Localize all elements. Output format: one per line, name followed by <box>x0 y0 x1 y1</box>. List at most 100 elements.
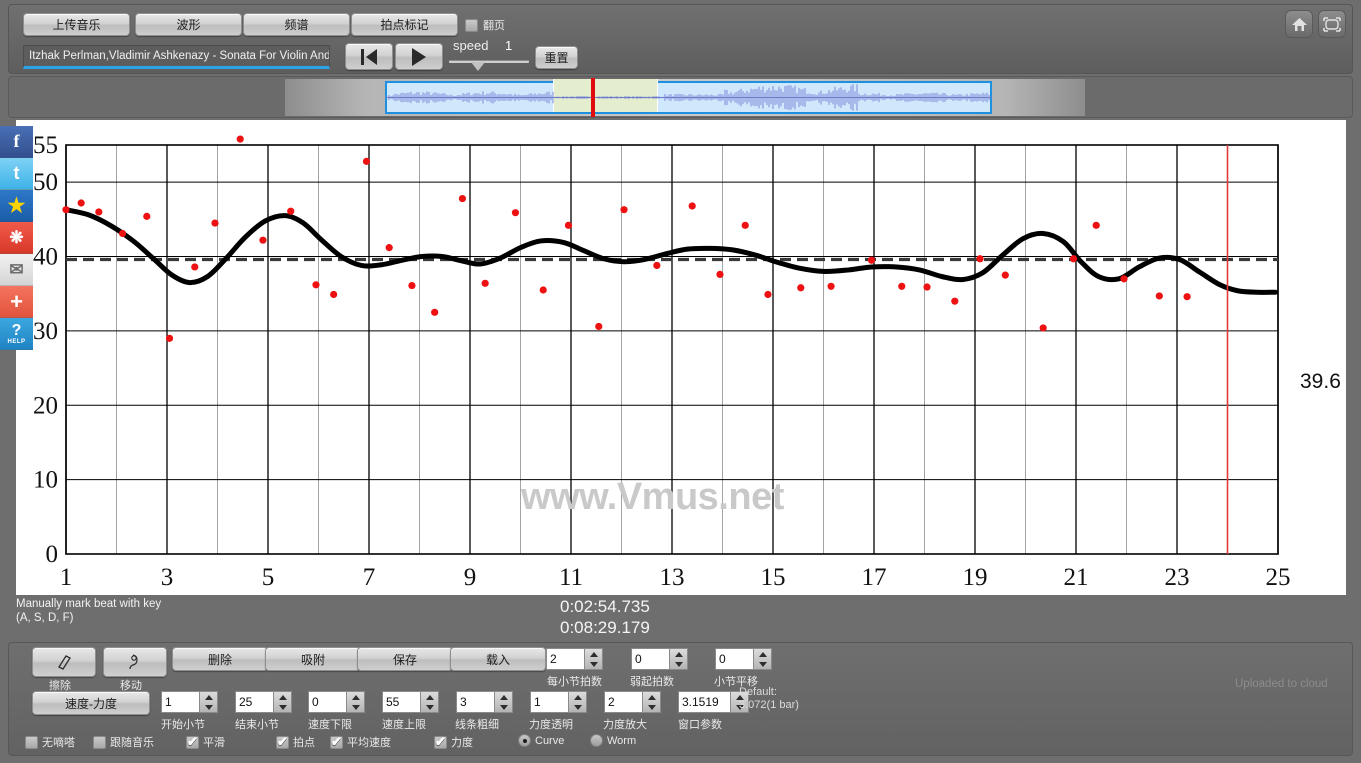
dynamic-zoom-stepper[interactable] <box>604 691 661 713</box>
beat-mark-button[interactable]: 拍点标记 <box>351 13 458 36</box>
curve-radio-wrap[interactable]: Curve <box>518 734 564 747</box>
dynamics-checkbox[interactable] <box>434 734 447 750</box>
help-icon[interactable]: ? HELP <box>0 318 33 350</box>
rewind-button[interactable] <box>345 43 393 70</box>
tempo-max-arrows[interactable] <box>420 691 439 713</box>
dynamic-opacity-stepper[interactable] <box>530 691 587 713</box>
beats-checkbox-wrap[interactable]: 拍点 <box>276 734 315 750</box>
end-bar-stepper[interactable] <box>235 691 292 713</box>
dynamic-zoom-arrows[interactable] <box>642 691 661 713</box>
share-plus-icon[interactable]: + <box>0 286 33 318</box>
dynamic-opacity-input[interactable] <box>530 691 568 713</box>
song-title-field[interactable]: Itzhak Perlman,Vladimir Ashkenazy - Sona… <box>23 45 330 69</box>
play-triangle-icon <box>412 47 426 66</box>
load-button[interactable]: 载入 <box>450 647 546 671</box>
twitter-icon[interactable]: t <box>0 158 33 190</box>
qzone-icon[interactable]: ★ <box>0 190 33 222</box>
pickup-beats-stepper[interactable] <box>631 648 688 670</box>
save-button[interactable]: 保存 <box>357 647 453 671</box>
chevron-down-icon <box>758 661 767 667</box>
chevron-down-icon <box>573 704 582 710</box>
erase-tool-button[interactable] <box>32 647 96 677</box>
tempo-min-arrows[interactable] <box>346 691 365 713</box>
dynamics-checkbox-wrap[interactable]: 力度 <box>434 734 473 750</box>
help-sublabel: HELP <box>7 338 26 345</box>
start-bar-arrows[interactable] <box>199 691 218 713</box>
home-icon[interactable] <box>1285 10 1313 38</box>
load-label: 载入 <box>485 652 510 667</box>
spectrum-button[interactable]: 频谱 <box>243 13 350 36</box>
tempo-max-stepper[interactable] <box>382 691 439 713</box>
chevron-up-icon <box>647 694 656 700</box>
play-button[interactable] <box>395 43 443 70</box>
average-tempo-checkbox[interactable] <box>330 734 343 750</box>
svg-text:21: 21 <box>1064 564 1089 591</box>
svg-text:25: 25 <box>1266 564 1291 591</box>
dynamic-zoom-input[interactable] <box>604 691 642 713</box>
end-bar-arrows[interactable] <box>273 691 292 713</box>
tempo-min-stepper[interactable] <box>308 691 365 713</box>
no-tick-checkbox-wrap[interactable]: 无嘀嗒 <box>25 734 75 750</box>
waveform-playhead[interactable] <box>591 78 595 117</box>
dynamic-opacity-arrows[interactable] <box>568 691 587 713</box>
cloud-upload-status: Uploaded to cloud <box>1235 678 1328 690</box>
time-display: 0:02:54.735 0:08:29.179 <box>560 596 650 638</box>
start-bar-input[interactable] <box>161 691 199 713</box>
weibo-icon[interactable]: ❋ <box>0 222 33 254</box>
email-icon[interactable]: ✉ <box>0 254 33 286</box>
page-turn-checkbox[interactable] <box>465 18 478 32</box>
smooth-checkbox-wrap[interactable]: 平滑 <box>186 734 225 750</box>
window-param-input[interactable] <box>678 691 730 713</box>
upload-music-button[interactable]: 上传音乐 <box>23 13 130 36</box>
beats-per-bar-arrows[interactable] <box>584 648 603 670</box>
no-tick-checkbox[interactable] <box>25 735 38 749</box>
waveform-background[interactable] <box>285 78 1085 117</box>
reset-button[interactable]: 重置 <box>535 46 578 69</box>
line-width-arrows[interactable] <box>494 691 513 713</box>
velocity-dynamics-button[interactable]: 速度-力度 <box>32 691 150 715</box>
speed-slider-track[interactable] <box>449 60 529 63</box>
tempo-max-input[interactable] <box>382 691 420 713</box>
curve-radio[interactable] <box>518 734 531 747</box>
pickup-beats-input[interactable] <box>631 648 669 670</box>
delete-button[interactable]: 删除 <box>172 647 268 671</box>
manual-beat-hint: Manually mark beat with key (A, S, D, F) <box>16 597 161 625</box>
svg-text:3: 3 <box>161 564 174 591</box>
waveform-button[interactable]: 波形 <box>135 13 242 36</box>
share-plus-glyph: + <box>10 288 23 314</box>
page-turn-label: 翻页 <box>483 20 505 32</box>
chevron-down-icon <box>647 704 656 710</box>
waveform-label: 波形 <box>176 18 201 32</box>
bar-shift-stepper[interactable] <box>715 648 772 670</box>
facebook-icon[interactable]: f <box>0 126 33 158</box>
beats-per-bar-input[interactable] <box>546 648 584 670</box>
start-bar-stepper[interactable] <box>161 691 218 713</box>
worm-radio[interactable] <box>590 734 603 747</box>
window-icons <box>1285 10 1346 38</box>
average-tempo-checkbox-wrap[interactable]: 平均速度 <box>330 734 391 750</box>
fullscreen-icon[interactable] <box>1318 10 1346 38</box>
song-title-text: Itzhak Perlman,Vladimir Ashkenazy - Sona… <box>29 50 330 62</box>
line-width-input[interactable] <box>456 691 494 713</box>
weibo-glyph: ❋ <box>9 227 24 247</box>
end-bar-input[interactable] <box>235 691 273 713</box>
move-tool-button[interactable] <box>103 647 167 677</box>
beats-checkbox[interactable] <box>276 734 289 750</box>
speed-label: speed <box>453 38 489 53</box>
waveform-overview-strip[interactable] <box>8 76 1353 118</box>
snap-button[interactable]: 吸附 <box>265 647 361 671</box>
beats-per-bar-stepper[interactable] <box>546 648 603 670</box>
worm-radio-wrap[interactable]: Worm <box>590 734 636 747</box>
page-turn-checkbox-wrap[interactable]: 翻页 <box>465 17 505 33</box>
follow-music-checkbox-wrap[interactable]: 跟随音乐 <box>93 734 154 750</box>
curve-label: Curve <box>535 734 565 747</box>
smooth-checkbox[interactable] <box>186 734 199 750</box>
speed-slider-thumb[interactable] <box>471 62 485 71</box>
tempo-min-input[interactable] <box>308 691 346 713</box>
bar-shift-input[interactable] <box>715 648 753 670</box>
line-width-stepper[interactable] <box>456 691 513 713</box>
follow-music-checkbox[interactable] <box>93 735 106 749</box>
tempo-chart-panel[interactable]: 0 10 20 30 40 50 55 1 3 5 7 9 11 13 15 17 19 21 23 25 www.V… <box>16 120 1346 595</box>
pickup-beats-arrows[interactable] <box>669 648 688 670</box>
bar-shift-arrows[interactable] <box>753 648 772 670</box>
